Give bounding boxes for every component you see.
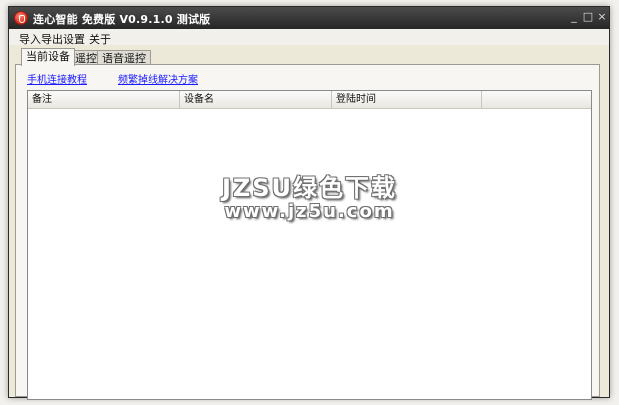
- tab-voice-remote-control[interactable]: 语音遥控: [97, 50, 151, 65]
- menu-import-export[interactable]: 导入导出: [19, 31, 63, 47]
- app-window: 连心智能 免费版 V0.9.1.0 测试版 _ □ × 导入导出 设置 关于 当…: [8, 6, 610, 400]
- menu-settings[interactable]: 设置: [63, 31, 85, 47]
- maximize-button[interactable]: □: [581, 10, 595, 24]
- tab-bar: 当前设备 遥控 语音遥控: [9, 47, 609, 66]
- title-bar[interactable]: 连心智能 免费版 V0.9.1.0 测试版 _ □ ×: [9, 7, 609, 29]
- app-logo-icon: [14, 11, 28, 25]
- phone-connection-tutorial-link[interactable]: 手机连接教程: [27, 71, 87, 86]
- window-title: 连心智能 免费版 V0.9.1.0 测试版: [33, 13, 211, 26]
- tab-current-devices[interactable]: 当前设备: [21, 48, 75, 66]
- minimize-button[interactable]: _: [567, 10, 581, 24]
- close-button[interactable]: ×: [595, 10, 609, 24]
- menu-about[interactable]: 关于: [89, 31, 111, 47]
- column-header-device-name[interactable]: 设备名: [180, 91, 332, 108]
- frequent-disconnect-solution-link[interactable]: 频繁掉线解决方案: [118, 71, 198, 86]
- device-table[interactable]: 备注 设备名 登陆时间: [27, 90, 592, 400]
- menu-bar: 导入导出 设置 关于: [9, 29, 609, 47]
- table-header: 备注 设备名 登陆时间: [28, 91, 591, 109]
- column-header-login-time[interactable]: 登陆时间: [332, 91, 482, 108]
- column-header-note[interactable]: 备注: [28, 91, 180, 108]
- current-devices-panel: 手机连接教程 频繁掉线解决方案 备注 设备名 登陆时间: [15, 64, 600, 400]
